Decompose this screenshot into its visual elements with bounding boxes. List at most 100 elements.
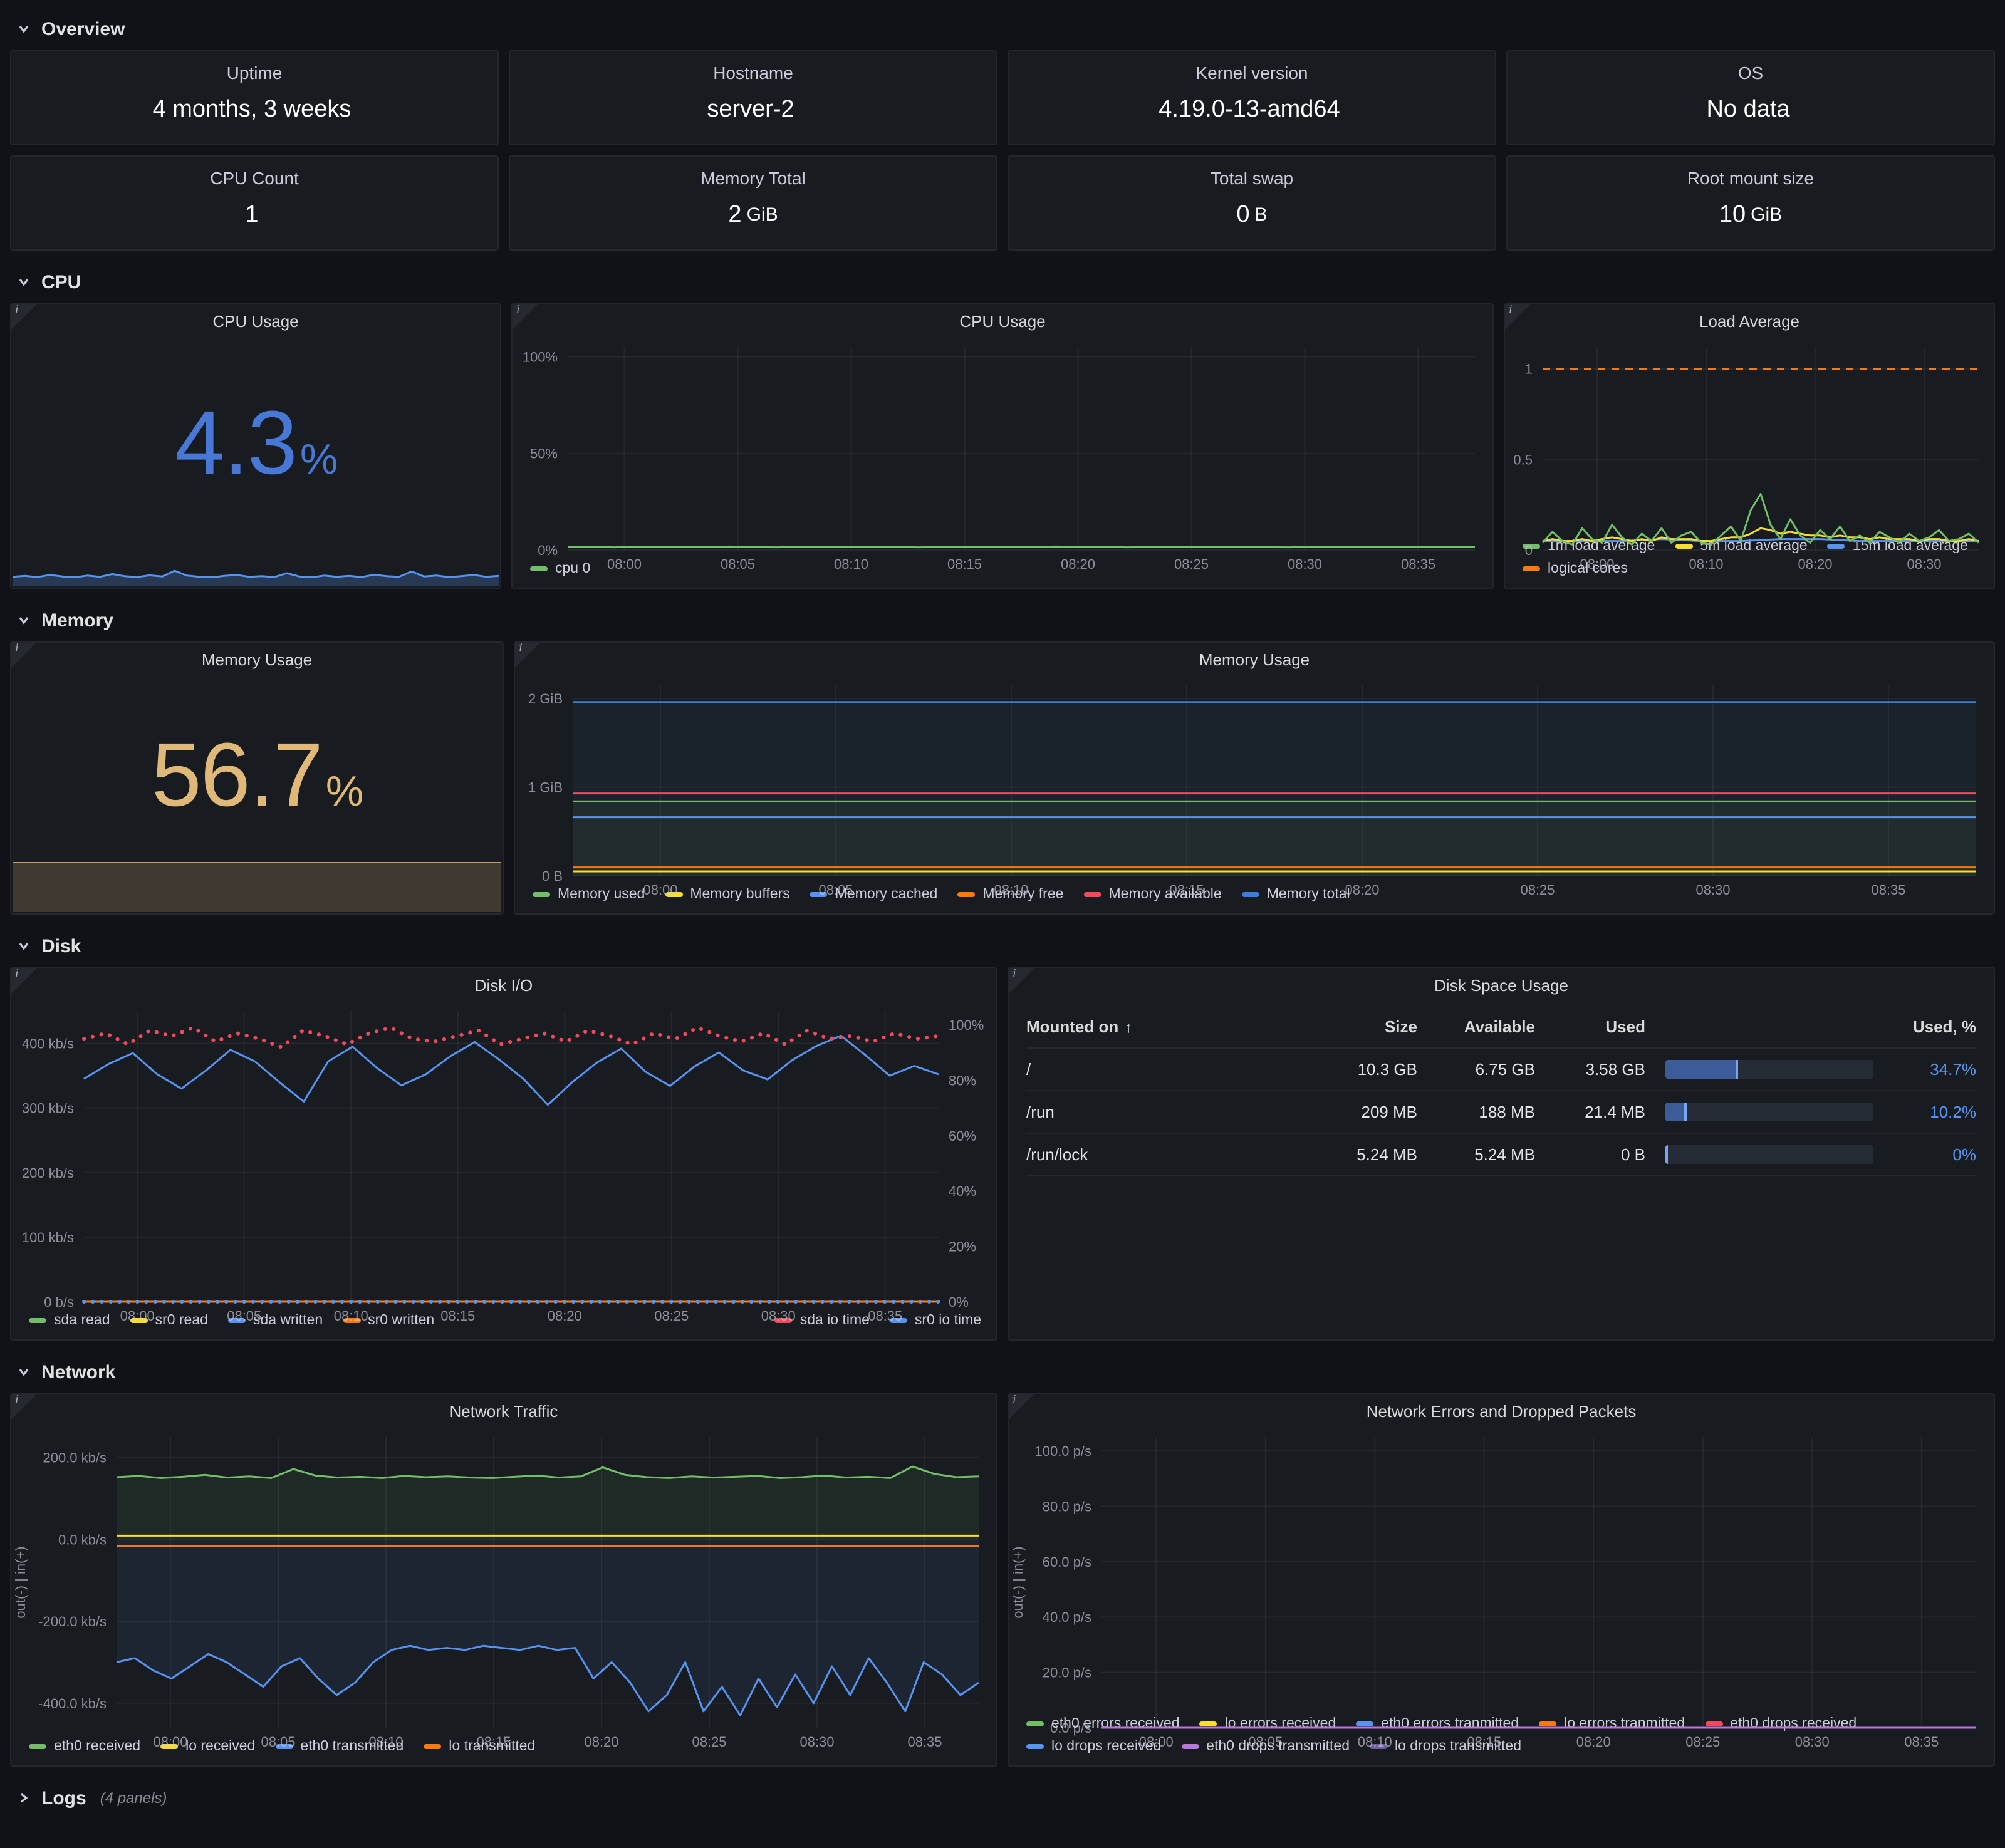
- cpu-usage-chart[interactable]: 0%50%100%08:0008:0508:1008:1508:2008:250…: [513, 337, 1492, 558]
- stat-title: Root mount size: [1508, 168, 1994, 188]
- svg-text:08:10: 08:10: [994, 882, 1028, 898]
- section-header-memory[interactable]: Memory: [10, 599, 1995, 641]
- svg-text:08:00: 08:00: [153, 1734, 187, 1750]
- stat-title: OS: [1508, 63, 1994, 83]
- svg-text:100 kb/s: 100 kb/s: [22, 1230, 74, 1245]
- chevron-down-icon: [15, 611, 33, 629]
- svg-text:08:10: 08:10: [334, 1308, 368, 1324]
- svg-text:0%: 0%: [949, 1294, 969, 1310]
- svg-text:20.0 p/s: 20.0 p/s: [1043, 1665, 1091, 1681]
- svg-text:08:15: 08:15: [440, 1308, 475, 1324]
- panel-title[interactable]: Network Errors and Dropped Packets: [1009, 1394, 1994, 1427]
- usage-gauge: [1665, 1145, 1873, 1164]
- chevron-down-icon: [15, 273, 33, 291]
- svg-text:200 kb/s: 200 kb/s: [22, 1165, 74, 1181]
- svg-text:0%: 0%: [538, 542, 558, 558]
- panel-info-icon[interactable]: i: [11, 304, 36, 330]
- svg-text:08:25: 08:25: [654, 1308, 689, 1324]
- svg-text:2 GiB: 2 GiB: [528, 691, 563, 707]
- svg-text:08:05: 08:05: [1248, 1734, 1283, 1750]
- cpu-usage-stat-panel: i CPU Usage 4.3%: [10, 303, 501, 589]
- cell-used: 21.4 MB: [1535, 1103, 1645, 1121]
- section-header-overview[interactable]: Overview: [10, 8, 1995, 50]
- svg-text:08:00: 08:00: [607, 556, 642, 572]
- column-header-available[interactable]: Available: [1417, 1017, 1535, 1036]
- stat-title: Uptime: [11, 63, 497, 83]
- sort-ascending-icon: ↑: [1125, 1019, 1132, 1036]
- section-header-cpu[interactable]: CPU: [10, 261, 1995, 303]
- section-header-disk[interactable]: Disk: [10, 925, 1995, 967]
- svg-text:60.0 p/s: 60.0 p/s: [1043, 1554, 1091, 1570]
- column-header-used-pct[interactable]: Used, %: [1881, 1017, 1976, 1036]
- section-label: Disk: [41, 935, 81, 957]
- memory-usage-chart[interactable]: 0 B1 GiB2 GiB08:0008:0508:1008:1508:2008…: [515, 675, 1994, 883]
- panel-info-icon[interactable]: i: [513, 304, 538, 330]
- load-average-chart[interactable]: 00.5108:0008:1008:2008:30: [1505, 337, 1994, 535]
- panel-info-icon[interactable]: i: [1009, 968, 1034, 994]
- svg-text:08:05: 08:05: [227, 1308, 261, 1324]
- svg-text:300 kb/s: 300 kb/s: [22, 1101, 74, 1116]
- panel-title[interactable]: Load Average: [1505, 304, 1994, 337]
- usage-gauge: [1665, 1060, 1873, 1079]
- svg-text:80.0 p/s: 80.0 p/s: [1043, 1498, 1091, 1514]
- svg-text:20%: 20%: [949, 1239, 976, 1255]
- panel-info-icon[interactable]: i: [11, 1394, 36, 1420]
- svg-text:200.0 kb/s: 200.0 kb/s: [43, 1450, 107, 1466]
- network-errors-chart[interactable]: 0.0 p/s20.0 p/s40.0 p/s60.0 p/s80.0 p/s1…: [1009, 1427, 1994, 1713]
- stat-panel-memory-total: Memory Total 2GiB: [509, 155, 997, 251]
- panel-info-icon[interactable]: i: [1505, 304, 1530, 330]
- stat-value: 2GiB: [510, 188, 996, 249]
- disk-io-chart[interactable]: 0 b/s100 kb/s200 kb/s300 kb/s400 kb/s0%2…: [11, 1001, 996, 1309]
- stat-title: Total swap: [1009, 168, 1495, 188]
- stat-value: 4 months, 3 weeks: [11, 83, 497, 144]
- svg-text:08:20: 08:20: [584, 1734, 618, 1750]
- cell-used-pct: 0%: [1881, 1145, 1976, 1164]
- svg-text:out(-) | in(+): out(-) | in(+): [1010, 1546, 1026, 1618]
- disk-io-panel: i Disk I/O 0 b/s100 kb/s200 kb/s300 kb/s…: [10, 967, 997, 1341]
- panel-title[interactable]: Disk Space Usage: [1009, 968, 1994, 1001]
- cpu-usage-chart-panel: i CPU Usage 0%50%100%08:0008:0508:1008:1…: [511, 303, 1494, 589]
- panel-info-icon[interactable]: i: [1009, 1394, 1034, 1420]
- cell-gauge: [1645, 1145, 1881, 1164]
- svg-text:08:20: 08:20: [1345, 882, 1379, 898]
- svg-text:08:15: 08:15: [947, 556, 982, 572]
- svg-text:08:05: 08:05: [721, 556, 755, 572]
- stat-value: 1: [11, 188, 497, 249]
- column-header-mounted-on[interactable]: Mounted on↑: [1026, 1017, 1310, 1036]
- panel-title[interactable]: Memory Usage: [515, 643, 1994, 675]
- svg-text:100%: 100%: [523, 349, 558, 365]
- panel-title[interactable]: Memory Usage: [11, 643, 503, 675]
- panel-info-icon[interactable]: i: [11, 643, 36, 668]
- section-header-network[interactable]: Network: [10, 1351, 1995, 1393]
- stat-title: CPU Count: [11, 168, 497, 188]
- panel-title[interactable]: CPU Usage: [513, 304, 1492, 337]
- table-row: /run/lock5.24 MB5.24 MB0 B0%: [1026, 1134, 1976, 1176]
- panel-info-icon[interactable]: i: [515, 643, 540, 668]
- svg-text:08:00: 08:00: [1580, 556, 1614, 572]
- svg-text:08:30: 08:30: [1795, 1734, 1830, 1750]
- svg-text:0.0 p/s: 0.0 p/s: [1050, 1720, 1091, 1736]
- table-header-row: Mounted on↑ Size Available Used Used, %: [1026, 1006, 1976, 1049]
- svg-text:08:30: 08:30: [1907, 556, 1941, 572]
- column-header-used[interactable]: Used: [1535, 1017, 1645, 1036]
- svg-text:-200.0 kb/s: -200.0 kb/s: [38, 1614, 107, 1629]
- panel-title[interactable]: Network Traffic: [11, 1394, 996, 1427]
- cell-mounted-on: /run: [1026, 1103, 1310, 1121]
- section-header-logs[interactable]: Logs (4 panels): [10, 1777, 1995, 1819]
- panel-title[interactable]: Disk I/O: [11, 968, 996, 1001]
- column-header-size[interactable]: Size: [1310, 1017, 1417, 1036]
- panel-info-icon[interactable]: i: [11, 968, 36, 994]
- stat-value: No data: [1508, 83, 1994, 144]
- cell-used-pct: 34.7%: [1881, 1060, 1976, 1079]
- svg-text:80%: 80%: [949, 1072, 976, 1088]
- svg-text:0.5: 0.5: [1513, 452, 1533, 467]
- panel-title[interactable]: CPU Usage: [11, 304, 500, 337]
- section-panel-count: (4 panels): [100, 1789, 167, 1807]
- disk-row: i Disk I/O 0 b/s100 kb/s200 kb/s300 kb/s…: [10, 967, 1995, 1341]
- network-traffic-chart[interactable]: 200.0 kb/s0.0 kb/s-200.0 kb/s-400.0 kb/s…: [11, 1427, 996, 1735]
- stat-panel-kernel-version: Kernel version 4.19.0-13-amd64: [1008, 50, 1496, 145]
- svg-text:40%: 40%: [949, 1183, 976, 1199]
- chevron-down-icon: [15, 937, 33, 955]
- cell-available: 6.75 GB: [1417, 1060, 1535, 1079]
- disk-space-table: Mounted on↑ Size Available Used Used, % …: [1009, 1001, 1994, 1339]
